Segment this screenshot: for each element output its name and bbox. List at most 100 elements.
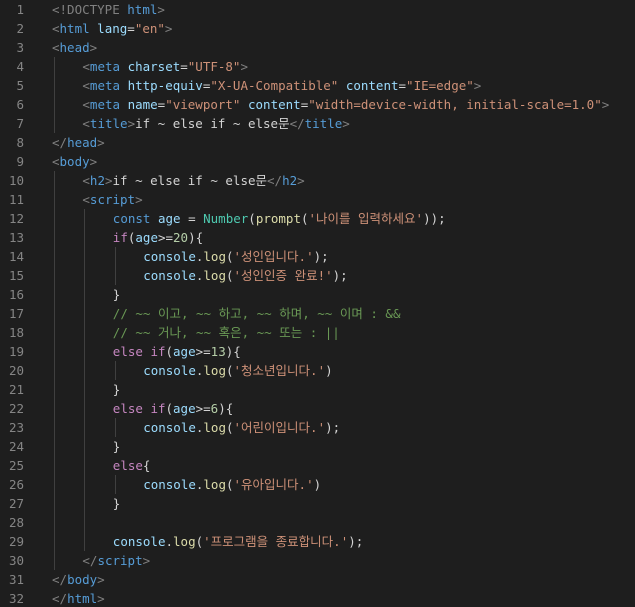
code-token: (: [195, 534, 204, 549]
code-line[interactable]: 9 <body>: [0, 152, 635, 171]
code-text: else if(age>=13){: [113, 342, 241, 361]
code-line[interactable]: 24}: [0, 437, 635, 456]
code-line[interactable]: 29 console.log('프로그램을 종료합니다.');: [0, 532, 635, 551]
code-token: content: [248, 97, 301, 112]
line-number: 9: [16, 154, 24, 169]
code-token: ){: [225, 344, 241, 359]
code-line[interactable]: 26 console.log('유아입니다.'): [0, 475, 635, 494]
line-number: 22: [8, 401, 24, 416]
code-token: ){: [218, 401, 234, 416]
code-token: <: [52, 40, 60, 55]
code-token: (: [248, 211, 256, 226]
line-number: 13: [8, 230, 24, 245]
code-line[interactable]: 22 else if(age>=6){: [0, 399, 635, 418]
code-token: name: [127, 97, 158, 112]
code-line[interactable]: 6 <meta name="viewport" content="width=de…: [0, 95, 635, 114]
code-text: console.log('어린이입니다.');: [143, 418, 340, 437]
code-line[interactable]: 17 // ~~ 이고, ~~ 하고, ~~ 하며, ~~ 이며 : &&: [0, 304, 635, 323]
code-token: 20: [173, 230, 189, 245]
code-text: console.log('성인인증 완료!');: [143, 266, 348, 285]
code-token: );: [313, 249, 329, 264]
code-token: >: [142, 553, 151, 568]
code-line[interactable]: 20 console.log('청소년입니다.'): [0, 361, 635, 380]
code-token: "en": [134, 21, 165, 36]
code-token: >: [97, 591, 105, 606]
code-token: }: [112, 496, 121, 511]
line-number: 24: [8, 439, 24, 454]
code-line[interactable]: 15 console.log('성인인증 완료!');: [0, 266, 635, 285]
code-token: >: [601, 97, 610, 112]
code-token: }: [112, 439, 121, 454]
code-line[interactable]: 27}: [0, 494, 635, 513]
line-number: 16: [8, 287, 24, 302]
code-token: >: [240, 59, 248, 74]
code-token: // ~~ 이고, ~~ 하고, ~~ 하며, ~~ 이며 : &&: [112, 306, 401, 321]
line-number: 21: [8, 382, 24, 397]
code-line[interactable]: 5 <meta http-equiv = "X-UA-Compatible" cont…: [0, 76, 635, 95]
code-line[interactable]: 3 <head>: [0, 38, 635, 57]
code-line[interactable]: 23 console.log('어린이입니다.');: [0, 418, 635, 437]
code-token: >=: [195, 344, 211, 359]
line-number: 5: [16, 78, 24, 93]
code-token: html: [67, 591, 98, 606]
code-token: =: [398, 78, 407, 93]
code-line[interactable]: 13 if(age>=20){: [0, 228, 635, 247]
code-token: <: [82, 173, 90, 188]
code-line[interactable]: 25 else{: [0, 456, 635, 475]
line-number: 17: [8, 306, 24, 321]
code-token: console: [143, 420, 196, 435]
code-text: </script>: [82, 551, 150, 570]
code-text: <head>: [52, 38, 97, 57]
code-line[interactable]: 7 <title>if ~ else if ~ else문</title>: [0, 114, 635, 133]
line-number: 12: [8, 211, 24, 226]
line-number: 31: [8, 572, 24, 587]
code-token: =: [180, 211, 204, 226]
code-token: >: [89, 154, 98, 169]
code-token: >: [297, 173, 305, 188]
code-line[interactable]: 8 </head>: [0, 133, 635, 152]
code-token: >=: [195, 401, 211, 416]
code-token: content: [345, 78, 399, 93]
code-token: console: [143, 268, 196, 283]
code-token: (: [225, 268, 234, 283]
code-token: .: [165, 534, 174, 549]
code-line[interactable]: 32 </html>: [0, 589, 635, 607]
code-token: (: [300, 211, 309, 226]
code-token: </: [52, 591, 68, 606]
code-line[interactable]: 21}: [0, 380, 635, 399]
code-token: console: [143, 249, 196, 264]
code-token: '나이를 입력하세요': [308, 211, 424, 226]
code-token: (: [225, 249, 234, 264]
code-line[interactable]: 10 <h2>if ~ else if ~ else문</h2>: [0, 171, 635, 190]
code-line[interactable]: 18 // ~~ 거나, ~~ 혹은, ~~ 또는 : ||: [0, 323, 635, 342]
code-line[interactable]: 14 console.log('성인입니다.');: [0, 247, 635, 266]
code-line[interactable]: 19 else if(age>=13){: [0, 342, 635, 361]
code-token: log: [173, 534, 196, 549]
code-line[interactable]: 4 <meta charset="UTF-8">: [0, 57, 635, 76]
code-line[interactable]: 11 <script>: [0, 190, 635, 209]
code-line[interactable]: 30 </script>: [0, 551, 635, 570]
code-line[interactable]: 1 <!DOCTYPE html>: [0, 0, 635, 19]
code-token: </: [52, 135, 68, 150]
line-number: 7: [16, 116, 24, 131]
code-line[interactable]: 12 const age = Number(prompt('나이를 입력하세요')…: [0, 209, 635, 228]
code-text: </html>: [52, 589, 105, 607]
code-line[interactable]: 16}: [0, 285, 635, 304]
code-token: lang: [97, 21, 128, 36]
code-text: // ~~ 거나, ~~ 혹은, ~~ 또는 : ||: [113, 323, 340, 342]
code-token: // ~~ 거나, ~~ 혹은, ~~ 또는 : ||: [112, 325, 340, 340]
code-line[interactable]: 31 </body>: [0, 570, 635, 589]
code-token: );: [332, 268, 348, 283]
code-text: <html lang="en">: [52, 19, 172, 38]
code-editor[interactable]: 1 <!DOCTYPE html> 2 <html lang="en"> 3 <head>…: [0, 0, 635, 607]
code-line[interactable]: 2 <html lang="en">: [0, 19, 635, 38]
code-token: </: [289, 116, 305, 131]
code-token: title: [89, 116, 128, 131]
code-line[interactable]: 28: [0, 513, 635, 532]
code-token: >: [157, 2, 165, 17]
line-number: 8: [16, 135, 24, 150]
code-token: if: [112, 230, 128, 245]
